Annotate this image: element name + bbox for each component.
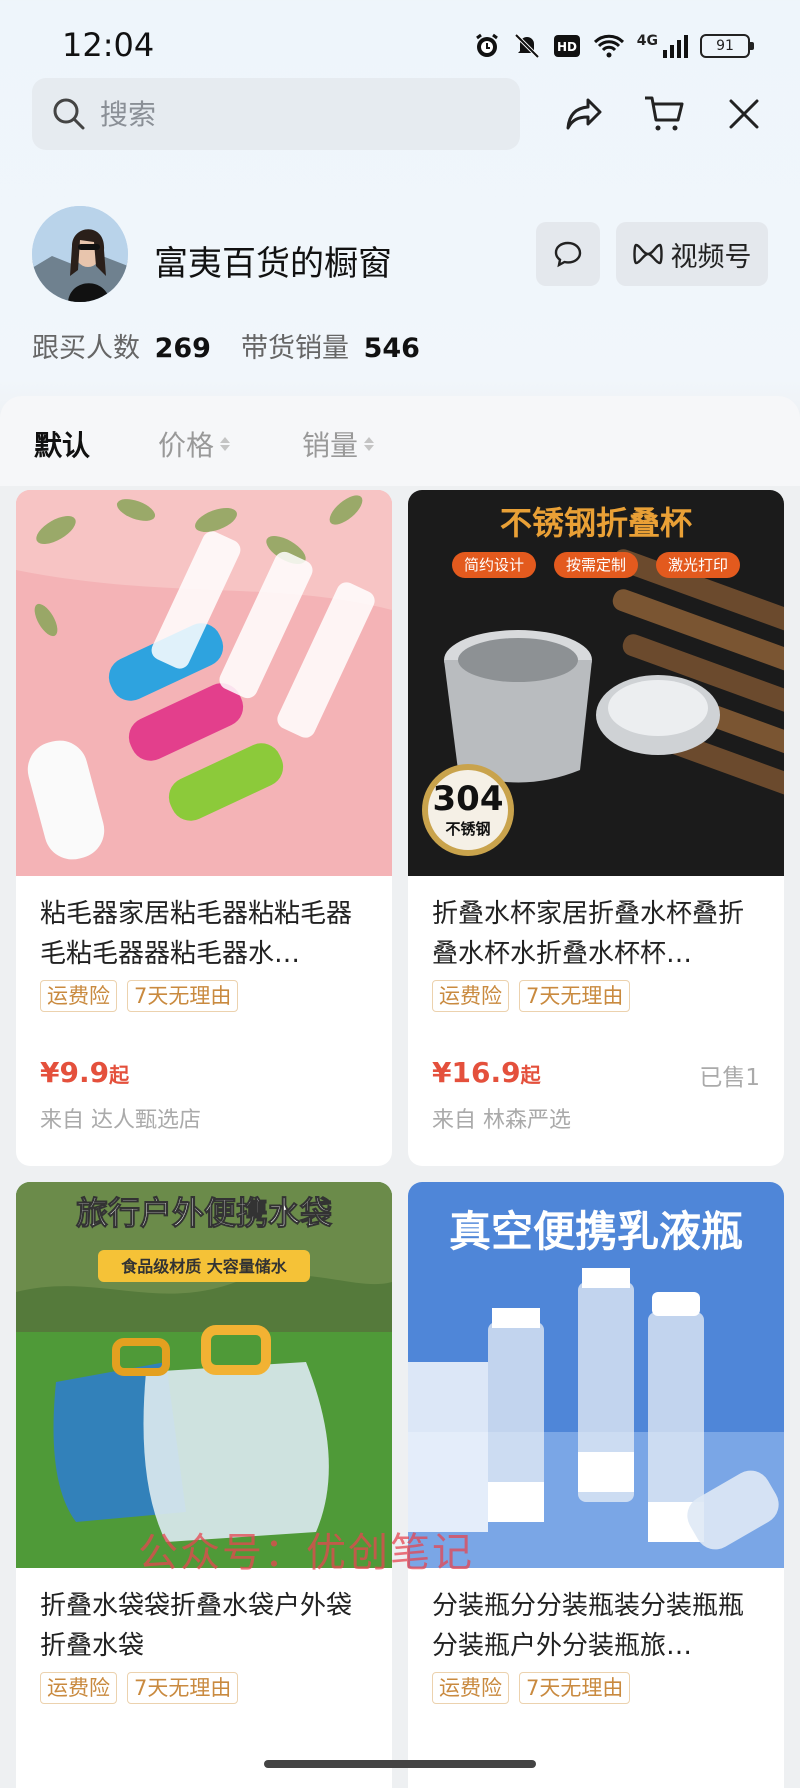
hd-icon: HD bbox=[553, 35, 580, 57]
tag-7day-return: 7天无理由 bbox=[127, 980, 239, 1012]
badge-text: 不锈钢 bbox=[445, 820, 490, 838]
tag-7day-return: 7天无理由 bbox=[519, 980, 631, 1012]
image-chip: 按需定制 bbox=[566, 556, 626, 574]
product-source: 来自 达人甄选店 bbox=[40, 1108, 201, 1133]
share-button[interactable] bbox=[560, 90, 608, 138]
tag-7day-return: 7天无理由 bbox=[519, 1672, 631, 1704]
status-time: 12:04 bbox=[62, 26, 155, 64]
sort-arrows-icon bbox=[364, 437, 375, 451]
product-image[interactable] bbox=[16, 490, 392, 876]
shop-stats: 跟买人数 269 带货销量 546 bbox=[32, 326, 420, 365]
image-subline: 食品级材质 大容量储水 bbox=[120, 1257, 288, 1276]
search-icon bbox=[53, 98, 85, 130]
tag-shipping-insurance: 运费险 bbox=[40, 1672, 117, 1704]
image-headline: 旅行户外便携水袋 bbox=[76, 1194, 332, 1232]
product-card[interactable]: 旅行户外便携水袋 食品级材质 大容量储水 折叠水袋袋折叠水袋户外袋折叠水袋 运费… bbox=[16, 1182, 392, 1788]
tab-price[interactable]: 价格 bbox=[158, 424, 231, 464]
cart-button[interactable] bbox=[640, 90, 688, 138]
product-title[interactable]: 折叠水杯家居折叠水杯叠折叠水杯水折叠水杯杯… bbox=[432, 894, 762, 974]
wifi-icon bbox=[593, 34, 624, 58]
product-card[interactable]: 真空便携乳液瓶 分装瓶分分装瓶装分装瓶瓶分装瓶户外分装瓶旅… 运费险 7天无理由 bbox=[408, 1182, 784, 1788]
battery-level: 91 bbox=[716, 38, 734, 54]
product-card[interactable]: 粘毛器家居粘毛器粘粘毛器毛粘毛器器粘毛器水… 运费险 7天无理由 ¥9.9起 来… bbox=[16, 490, 392, 1166]
product-image[interactable]: 304 不锈钢 不锈钢折叠杯 简约设计 按需定制 激光打印 bbox=[408, 490, 784, 876]
shop-name: 富夷百货的橱窗 bbox=[154, 244, 392, 284]
share-icon bbox=[566, 98, 602, 130]
image-chip: 简约设计 bbox=[464, 556, 524, 574]
image-headline: 不锈钢折叠杯 bbox=[500, 504, 692, 542]
product-title[interactable]: 折叠水袋袋折叠水袋户外袋折叠水袋 bbox=[40, 1586, 370, 1666]
network-label: 4G bbox=[636, 33, 658, 49]
message-button[interactable] bbox=[536, 222, 600, 286]
chat-bubble-icon bbox=[554, 241, 582, 268]
search-input[interactable] bbox=[100, 97, 480, 131]
tag-7day-return: 7天无理由 bbox=[127, 1672, 239, 1704]
channel-label: 视频号 bbox=[670, 241, 752, 273]
product-tags: 运费险 7天无理由 bbox=[40, 1672, 239, 1704]
product-title[interactable]: 分装瓶分分装瓶装分装瓶瓶分装瓶户外分装瓶旅… bbox=[432, 1586, 762, 1666]
sold-count: 已售1 bbox=[699, 1065, 760, 1091]
svg-text:HD: HD bbox=[557, 40, 577, 54]
signal-icon bbox=[663, 35, 688, 58]
status-bar: 12:04 HD 4G 91 bbox=[0, 0, 800, 80]
stat-followers: 跟买人数 269 bbox=[32, 333, 211, 364]
close-icon bbox=[729, 99, 759, 129]
product-image[interactable]: 旅行户外便携水袋 食品级材质 大容量储水 bbox=[16, 1182, 392, 1568]
product-tags: 运费险 7天无理由 bbox=[432, 980, 631, 1012]
cart-icon bbox=[645, 96, 684, 131]
product-image[interactable]: 真空便携乳液瓶 bbox=[408, 1182, 784, 1568]
product-price: ¥9.9起 bbox=[40, 1056, 130, 1089]
image-headline: 真空便携乳液瓶 bbox=[449, 1207, 743, 1256]
tab-sales[interactable]: 销量 bbox=[302, 424, 375, 464]
tag-shipping-insurance: 运费险 bbox=[432, 1672, 509, 1704]
stat-sales: 带货销量 546 bbox=[240, 333, 420, 364]
product-price: ¥16.9起 bbox=[432, 1056, 541, 1089]
alarm-icon bbox=[475, 33, 498, 57]
tag-shipping-insurance: 运费险 bbox=[40, 980, 117, 1012]
avatar-image bbox=[32, 206, 128, 302]
mute-icon bbox=[514, 33, 540, 59]
channel-button[interactable]: 视频号 bbox=[616, 222, 768, 286]
close-button[interactable] bbox=[720, 90, 768, 138]
product-title[interactable]: 粘毛器家居粘毛器粘粘毛器毛粘毛器器粘毛器水… bbox=[40, 894, 370, 974]
image-chip: 激光打印 bbox=[668, 556, 728, 574]
avatar[interactable] bbox=[32, 206, 128, 302]
product-tags: 运费险 7天无理由 bbox=[432, 1672, 631, 1704]
tab-default[interactable]: 默认 bbox=[34, 424, 90, 464]
watermark: 公众号：优创笔记 bbox=[138, 1530, 474, 1576]
status-icons: HD 4G 91 bbox=[473, 32, 754, 60]
product-source: 来自 林森严选 bbox=[432, 1108, 571, 1133]
search-box[interactable] bbox=[32, 78, 520, 150]
sort-arrows-icon bbox=[220, 437, 231, 451]
home-indicator[interactable] bbox=[264, 1760, 536, 1768]
sort-bar bbox=[0, 396, 800, 486]
product-tags: 运费险 7天无理由 bbox=[40, 980, 239, 1012]
badge-number: 304 bbox=[433, 779, 504, 819]
product-card[interactable]: 304 不锈钢 不锈钢折叠杯 简约设计 按需定制 激光打印 折叠水杯家居折叠水杯… bbox=[408, 490, 784, 1166]
tag-shipping-insurance: 运费险 bbox=[432, 980, 509, 1012]
battery-icon: 91 bbox=[700, 34, 754, 58]
channels-icon bbox=[632, 243, 663, 265]
